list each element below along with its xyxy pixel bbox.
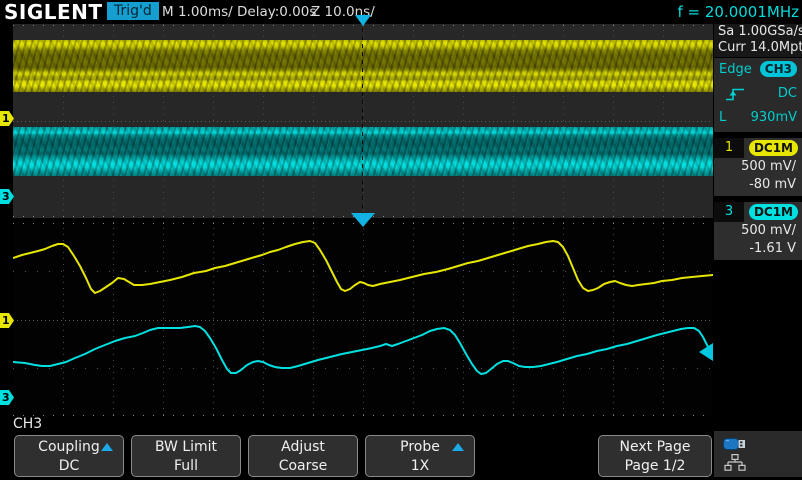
ch3-info-box[interactable]: 3 DC1M 500 mV/ -1.61 V <box>714 202 802 260</box>
ch1-number: 1 <box>714 138 744 158</box>
ch3-envelope-band <box>13 127 713 176</box>
expand-arrow-icon <box>101 443 113 451</box>
ch1-offset-readout: -80 mV <box>714 176 802 194</box>
trigger-level-label: L <box>719 110 726 125</box>
bw-limit-button[interactable]: BW Limit Full <box>131 435 241 477</box>
trigger-position-marker-top[interactable] <box>355 15 371 26</box>
status-icon-panel <box>714 431 802 477</box>
main-timebase-readout: M 1.00ms/ Delay:0.00s <box>162 4 316 20</box>
usb-icon <box>723 436 747 452</box>
trigger-position-marker-zoom[interactable] <box>351 213 375 227</box>
memory-depth-readout: Curr 14.0Mpts <box>714 40 802 56</box>
ch1-position-marker-zoom[interactable]: 1 <box>0 313 14 328</box>
active-channel-label: CH3 <box>13 416 42 432</box>
trigger-mode-label: Edge <box>719 62 752 77</box>
rising-edge-icon <box>724 87 746 102</box>
ch1-scale-readout: 500 mV/ <box>714 158 802 176</box>
probe-button-label: Probe <box>400 439 440 455</box>
next-page-button-label: Next Page <box>620 439 691 455</box>
main-graticule-window <box>13 24 713 218</box>
trigger-level-marker[interactable] <box>699 343 713 361</box>
sample-rate-readout: Sa 1.00GSa/s <box>714 24 802 40</box>
trigger-mode-row: Edge CH3 <box>714 58 802 82</box>
trigger-position-dashed-line <box>362 28 363 218</box>
trigger-level-row: L 930mV <box>714 106 802 130</box>
coupling-button[interactable]: Coupling DC <box>14 435 124 477</box>
top-status-bar: SIGLENT Trig'd M 1.00ms/ Delay:0.00s Z 1… <box>0 0 802 24</box>
ch3-header: 3 DC1M <box>714 202 802 222</box>
ch1-info-box[interactable]: 1 DC1M 500 mV/ -80 mV <box>714 138 802 196</box>
ch3-scale-readout: 500 mV/ <box>714 222 802 240</box>
next-page-button[interactable]: Next Page Page 1/2 <box>598 435 712 477</box>
acquisition-info-panel: Sa 1.00GSa/s Curr 14.0Mpts <box>714 24 802 57</box>
adjust-button-label: Adjust <box>281 439 325 455</box>
trigger-slope-row: DC <box>714 82 802 106</box>
ch1-coupling-badge: DC1M <box>749 140 798 156</box>
adjust-button-value: Coarse <box>249 457 357 475</box>
ch1-trace <box>13 241 713 293</box>
probe-button-value: 1X <box>366 457 474 475</box>
ch3-coupling-badge: DC1M <box>749 204 798 220</box>
bw-limit-button-value: Full <box>132 457 240 475</box>
coupling-button-label: Coupling <box>38 439 100 455</box>
zoom-waveforms <box>13 222 713 417</box>
ch3-position-marker-main[interactable]: 3 <box>0 189 14 204</box>
ch3-position-marker-zoom[interactable]: 3 <box>0 390 14 405</box>
ch3-number: 3 <box>714 202 744 222</box>
oscilloscope-screen: { "colors": { "ch1": "#e6e600", "ch3": "… <box>0 0 802 480</box>
ch3-trace <box>13 326 713 374</box>
frequency-counter-readout: f = 20.0001MHz <box>677 3 799 21</box>
zoom-graticule-window <box>13 222 713 417</box>
ch3-offset-readout: -1.61 V <box>714 240 802 258</box>
lan-icon <box>724 454 746 472</box>
trigger-source-badge: CH3 <box>760 61 797 77</box>
trigger-settings-panel[interactable]: Edge CH3 DC L 930mV <box>714 58 802 132</box>
coupling-button-value: DC <box>15 457 123 475</box>
trigger-status-badge: Trig'd <box>107 2 159 20</box>
next-page-button-value: Page 1/2 <box>599 457 711 475</box>
ch1-header: 1 DC1M <box>714 138 802 158</box>
ch1-envelope-band <box>13 40 713 92</box>
trigger-level-value: 930mV <box>751 106 797 130</box>
bw-limit-button-label: BW Limit <box>155 439 217 455</box>
probe-button[interactable]: Probe 1X <box>365 435 475 477</box>
brand-logo: SIGLENT <box>4 0 103 24</box>
ch1-position-marker-main[interactable]: 1 <box>0 111 14 126</box>
trigger-coupling-value: DC <box>778 82 797 106</box>
expand-arrow-icon <box>452 443 464 451</box>
adjust-button[interactable]: Adjust Coarse <box>248 435 358 477</box>
